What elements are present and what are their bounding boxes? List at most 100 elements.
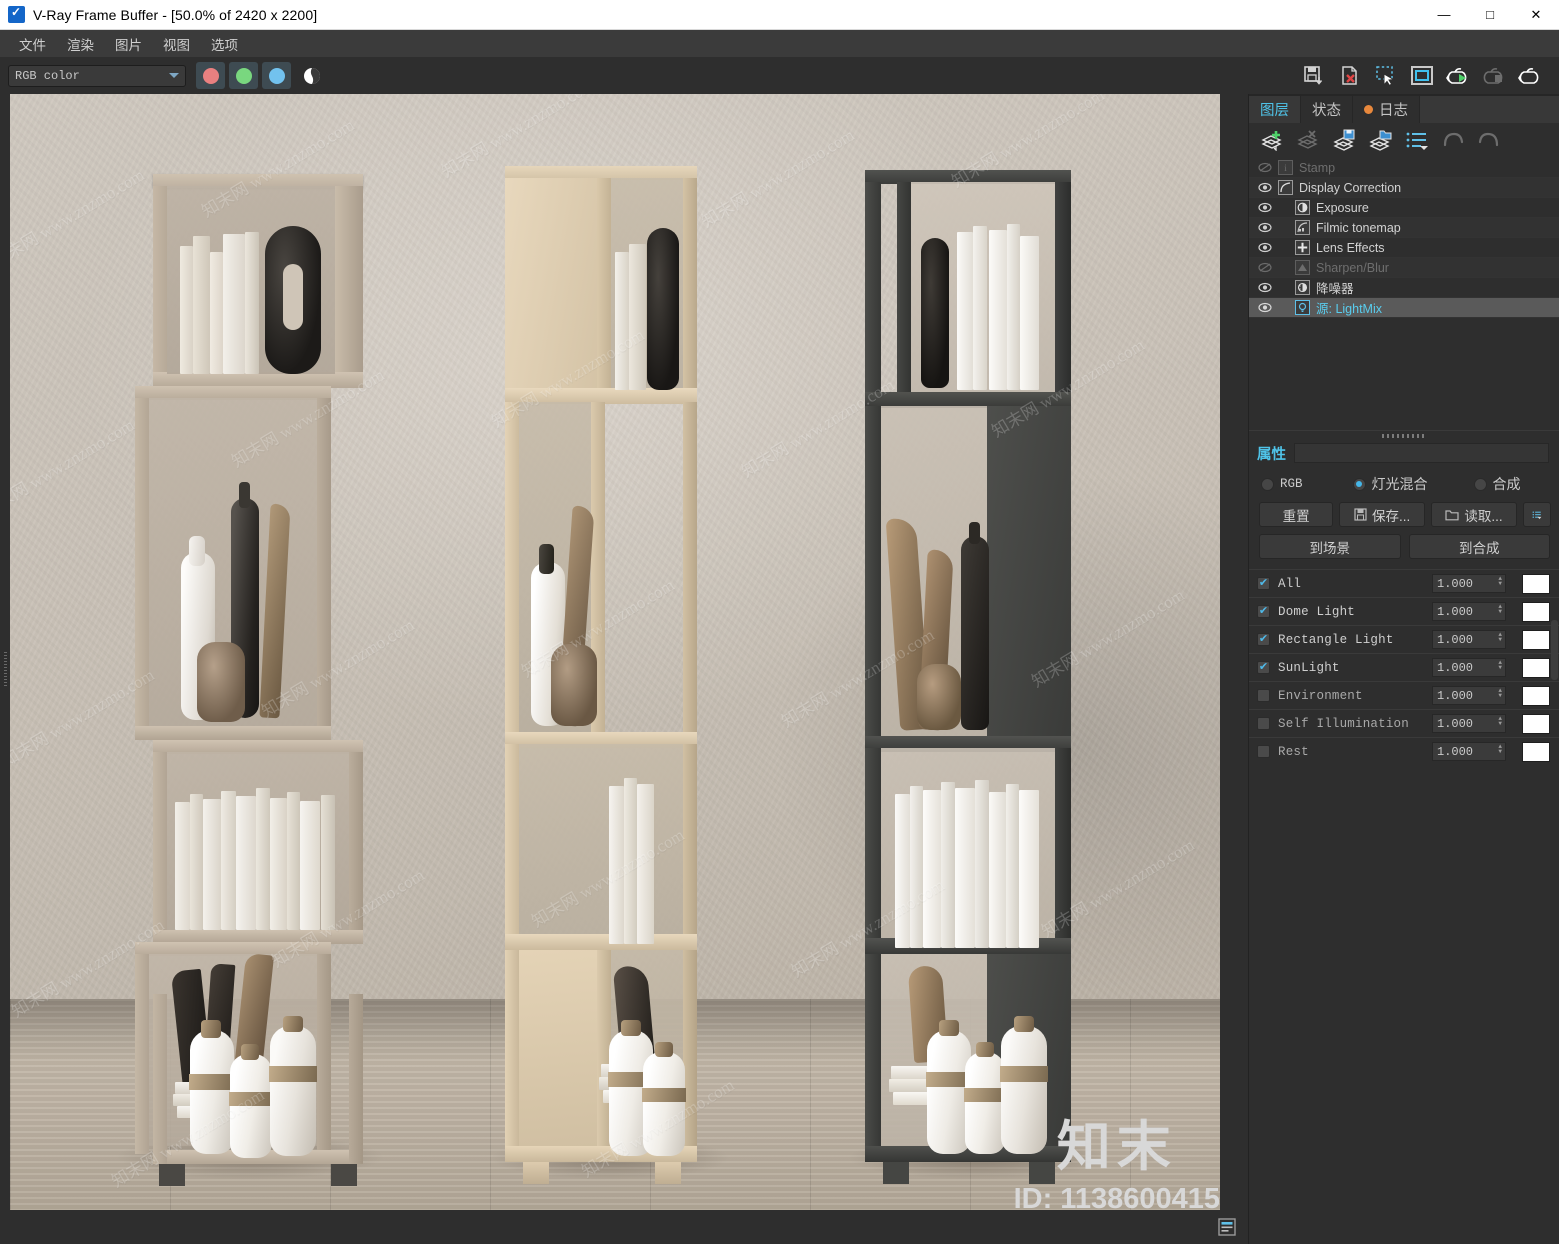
channel-select[interactable]: RGB color bbox=[8, 64, 186, 87]
options-menu-button[interactable] bbox=[1523, 502, 1551, 527]
layer-row[interactable]: i Stamp bbox=[1249, 158, 1559, 178]
add-layer-icon[interactable] bbox=[1257, 127, 1288, 153]
save-button[interactable]: 保存... bbox=[1339, 502, 1426, 527]
lightmix-row-self-illumination[interactable]: Self Illumination 1.000 ▲ ▼ bbox=[1249, 709, 1559, 737]
clear-image-icon[interactable] bbox=[1335, 62, 1365, 90]
reset-button[interactable]: 重置 bbox=[1259, 502, 1334, 527]
menu-view[interactable]: 视图 bbox=[154, 31, 199, 57]
lightmix-multiplier[interactable]: 1.000 ▲ ▼ bbox=[1432, 658, 1506, 677]
layer-row[interactable]: Filmic tonemap bbox=[1249, 218, 1559, 238]
render-start-icon[interactable] bbox=[1443, 62, 1473, 90]
panel-scrollbar[interactable] bbox=[1551, 620, 1558, 680]
blue-channel-button[interactable] bbox=[262, 62, 291, 89]
green-channel-button[interactable] bbox=[229, 62, 258, 89]
checkbox-icon[interactable] bbox=[1257, 577, 1270, 590]
layer-row[interactable]: 降噪器 bbox=[1249, 278, 1559, 298]
radio-composite[interactable]: 合成 bbox=[1473, 474, 1521, 494]
lightmix-row-sunlight[interactable]: SunLight 1.000 ▲▼ bbox=[1249, 653, 1559, 681]
lightmix-color-swatch[interactable] bbox=[1522, 685, 1550, 706]
region-render-icon[interactable] bbox=[1371, 62, 1401, 90]
lightmix-color-swatch[interactable] bbox=[1522, 713, 1550, 734]
spinner-arrows-icon[interactable]: ▲ ▼ bbox=[1498, 576, 1502, 587]
spinner-arrows-icon[interactable]: ▲ ▼ bbox=[1498, 604, 1502, 615]
load-button[interactable]: 读取... bbox=[1431, 502, 1517, 527]
spinner-arrows-icon[interactable]: ▲ ▼ bbox=[1498, 716, 1502, 727]
maximize-button[interactable]: □ bbox=[1467, 0, 1513, 30]
menu-options[interactable]: 选项 bbox=[202, 31, 247, 57]
radio-lightmix[interactable]: 灯光混合 bbox=[1352, 474, 1428, 494]
load-layer-icon[interactable] bbox=[1365, 127, 1396, 153]
visibility-off-icon[interactable] bbox=[1257, 262, 1272, 273]
panel-splitter-grip-icon bbox=[1382, 433, 1426, 438]
layer-row[interactable]: Display Correction bbox=[1249, 178, 1559, 198]
save-image-icon[interactable] bbox=[1299, 62, 1329, 90]
lightmix-multiplier[interactable]: 1.000 ▲ ▼ bbox=[1432, 742, 1506, 761]
visibility-off-icon[interactable] bbox=[1257, 162, 1272, 173]
curve-icon bbox=[1278, 180, 1293, 195]
layer-row[interactable]: Sharpen/Blur bbox=[1249, 258, 1559, 278]
visibility-on-icon[interactable] bbox=[1257, 202, 1272, 213]
tab-log[interactable]: 日志 bbox=[1353, 96, 1419, 123]
lightmix-row-environment[interactable]: Environment 1.000 ▲ ▼ bbox=[1249, 681, 1559, 709]
lightmix-multiplier[interactable]: 1.000 ▲ ▼ bbox=[1432, 714, 1506, 733]
lightmix-color-swatch[interactable] bbox=[1522, 657, 1550, 678]
tab-layers[interactable]: 图层 bbox=[1249, 96, 1300, 123]
lightmix-multiplier[interactable]: 1.000 ▲ ▼ bbox=[1432, 686, 1506, 705]
lightmix-row-dome-light[interactable]: Dome Light 1.000 ▲▼ bbox=[1249, 597, 1559, 625]
lightmix-color-swatch[interactable] bbox=[1522, 601, 1550, 622]
undo-icon bbox=[1437, 127, 1468, 153]
lightmix-multiplier[interactable]: 1.000 ▲ ▼ bbox=[1432, 602, 1506, 621]
image-viewport[interactable]: 知末网 www.znzmo.com 知末网 www.znzmo.com 知末网 … bbox=[10, 94, 1248, 1244]
toggle-panel-icon[interactable] bbox=[1214, 1214, 1240, 1240]
to-scene-button[interactable]: 到场景 bbox=[1259, 534, 1401, 559]
menu-render[interactable]: 渲染 bbox=[58, 31, 103, 57]
lightmix-value: 1.000 bbox=[1437, 688, 1474, 703]
lightmix-row-all[interactable]: All 1.000 ▲▼ bbox=[1249, 569, 1559, 597]
visibility-on-icon[interactable] bbox=[1257, 242, 1272, 253]
save-layer-icon[interactable] bbox=[1329, 127, 1360, 153]
spinner-arrows-icon[interactable]: ▲ ▼ bbox=[1498, 688, 1502, 699]
checkbox-icon[interactable] bbox=[1257, 717, 1270, 730]
layer-row-lightmix[interactable]: 源: LightMix bbox=[1249, 298, 1559, 318]
render-last-icon[interactable] bbox=[1515, 62, 1545, 90]
lightmix-multiplier[interactable]: 1.000 ▲ ▼ bbox=[1432, 574, 1506, 593]
visibility-on-icon[interactable] bbox=[1257, 182, 1272, 193]
panel-splitter[interactable] bbox=[1249, 430, 1559, 440]
to-composite-button[interactable]: 到合成 bbox=[1408, 534, 1550, 559]
checkbox-icon[interactable] bbox=[1257, 661, 1270, 674]
frame-view-icon[interactable] bbox=[1407, 62, 1437, 90]
filmic-icon bbox=[1295, 220, 1310, 235]
close-button[interactable]: ✕ bbox=[1513, 0, 1559, 30]
lightmix-row-rectangle-light[interactable]: Rectangle Light 1.000 ▲▼ bbox=[1249, 625, 1559, 653]
menu-image[interactable]: 图片 bbox=[106, 31, 151, 57]
lightmix-color-swatch[interactable] bbox=[1522, 629, 1550, 650]
spinner-arrows-icon[interactable]: ▲ ▼ bbox=[1498, 744, 1502, 755]
lightmix-color-swatch[interactable] bbox=[1522, 741, 1550, 762]
layer-row[interactable]: Lens Effects bbox=[1249, 238, 1559, 258]
radio-rgb[interactable]: RGB bbox=[1261, 477, 1303, 491]
tab-status[interactable]: 状态 bbox=[1301, 96, 1352, 123]
layer-row[interactable]: Exposure bbox=[1249, 198, 1559, 218]
monochrome-button[interactable] bbox=[299, 62, 325, 89]
spinner-arrows-icon[interactable]: ▲ ▼ bbox=[1498, 660, 1502, 671]
visibility-on-icon[interactable] bbox=[1257, 302, 1272, 313]
properties-name-field[interactable] bbox=[1294, 443, 1549, 463]
denoiser-icon bbox=[1295, 280, 1310, 295]
checkbox-icon[interactable] bbox=[1257, 633, 1270, 646]
left-splitter[interactable] bbox=[0, 94, 10, 1244]
menu-file[interactable]: 文件 bbox=[10, 31, 55, 57]
tab-layers-label: 图层 bbox=[1260, 103, 1289, 119]
minimize-button[interactable]: — bbox=[1421, 0, 1467, 30]
spinner-arrows-icon[interactable]: ▲ ▼ bbox=[1498, 632, 1502, 643]
main-toolbar: RGB color bbox=[0, 57, 1559, 94]
lightmix-row-rest[interactable]: Rest 1.000 ▲ ▼ bbox=[1249, 737, 1559, 765]
lightmix-multiplier[interactable]: 1.000 ▲ ▼ bbox=[1432, 630, 1506, 649]
visibility-on-icon[interactable] bbox=[1257, 222, 1272, 233]
checkbox-icon[interactable] bbox=[1257, 689, 1270, 702]
checkbox-icon[interactable] bbox=[1257, 745, 1270, 758]
red-channel-button[interactable] bbox=[196, 62, 225, 89]
visibility-on-icon[interactable] bbox=[1257, 282, 1272, 293]
checkbox-icon[interactable] bbox=[1257, 605, 1270, 618]
lightmix-color-swatch[interactable] bbox=[1522, 573, 1550, 594]
layer-menu-icon[interactable] bbox=[1401, 127, 1432, 153]
